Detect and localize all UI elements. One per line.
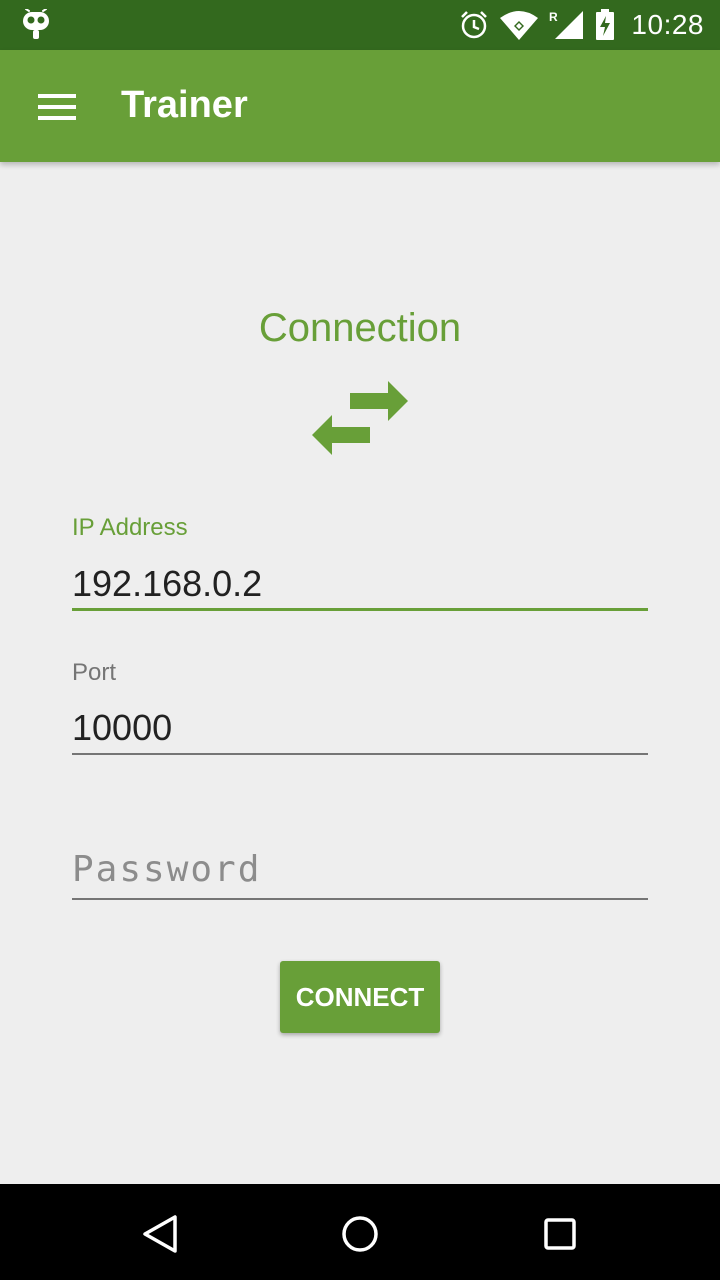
password-underline [72, 898, 648, 900]
status-time: 10:28 [631, 9, 704, 40]
port-label: Port [72, 659, 117, 686]
back-icon [143, 1215, 177, 1253]
recents-icon [544, 1218, 576, 1250]
wifi-icon [500, 11, 539, 40]
password-input[interactable] [72, 841, 648, 897]
ip-address-underline [72, 608, 648, 611]
home-icon [342, 1216, 378, 1252]
section-title: Connection [258, 306, 462, 350]
swap-arrows-icon [312, 381, 408, 455]
menu-button[interactable] [22, 74, 90, 138]
svg-text:R: R [549, 10, 558, 24]
battery-charging-icon [596, 9, 615, 40]
cyanogenmod-bot-icon [23, 9, 49, 39]
hamburger-menu-icon [38, 94, 76, 120]
alarm-icon [461, 11, 488, 39]
port-input[interactable] [72, 700, 648, 756]
status-bar: R 10:28 [0, 0, 720, 50]
back-button[interactable] [120, 1202, 200, 1262]
ip-address-label: IP Address [72, 514, 188, 541]
cellular-roaming-icon: R [549, 10, 584, 39]
ip-address-input[interactable] [72, 556, 648, 612]
port-underline [72, 753, 648, 755]
navigation-bar [0, 1184, 720, 1280]
app-title: Trainer [121, 84, 248, 126]
connect-button[interactable]: CONNECT [280, 961, 440, 1033]
recents-button[interactable] [520, 1202, 600, 1262]
app-bar: Trainer [0, 50, 720, 162]
home-button[interactable] [320, 1202, 400, 1262]
